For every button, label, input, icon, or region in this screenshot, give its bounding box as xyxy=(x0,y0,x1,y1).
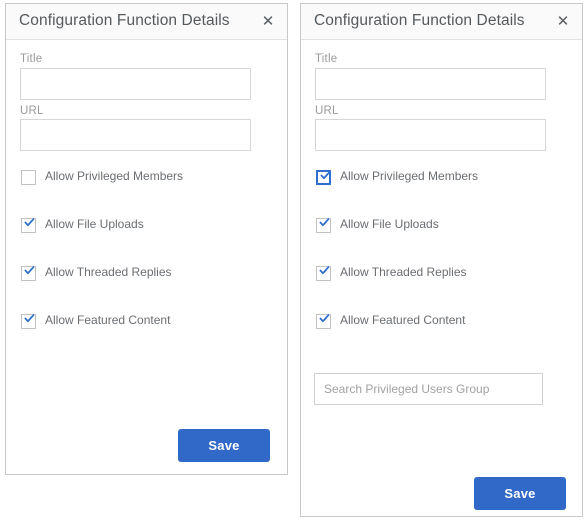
checkbox-allow-featured-content[interactable] xyxy=(316,314,331,329)
configuration-function-details-dialog-right: Configuration Function Details ✕ Title U… xyxy=(300,3,583,517)
checkbox-allow-file-uploads[interactable] xyxy=(21,218,36,233)
title-input[interactable] xyxy=(20,68,251,100)
dialog-header: Configuration Function Details ✕ xyxy=(301,4,582,40)
checkbox-allow-file-uploads[interactable] xyxy=(316,218,331,233)
close-icon[interactable]: ✕ xyxy=(552,10,574,32)
url-field-label: URL xyxy=(20,105,44,117)
checkbox-label: Allow Featured Content xyxy=(45,313,171,327)
configuration-function-details-dialog-left: Configuration Function Details ✕ Title U… xyxy=(5,3,288,475)
checkmark-icon xyxy=(24,266,35,275)
checkbox-allow-featured-content[interactable] xyxy=(21,314,36,329)
checkbox-allow-privileged-members[interactable] xyxy=(316,170,331,185)
close-icon[interactable]: ✕ xyxy=(257,10,279,32)
title-field-label: Title xyxy=(315,53,338,65)
checkbox-label: Allow File Uploads xyxy=(340,217,439,231)
title-input[interactable] xyxy=(315,68,546,100)
save-button[interactable]: Save xyxy=(178,429,270,462)
checkmark-icon xyxy=(24,314,35,323)
dialog-title: Configuration Function Details xyxy=(314,12,525,29)
url-input[interactable] xyxy=(315,119,546,151)
checkbox-label: Allow File Uploads xyxy=(45,217,144,231)
checkbox-label: Allow Privileged Members xyxy=(45,169,184,183)
checkmark-icon xyxy=(319,314,330,323)
checkmark-icon xyxy=(24,218,35,227)
checkbox-allow-threaded-replies[interactable] xyxy=(316,266,331,281)
dialog-body: Title URL Allow Privileged Members Allow… xyxy=(6,40,287,474)
checkbox-allow-privileged-members[interactable] xyxy=(21,170,36,185)
url-field-label: URL xyxy=(315,105,339,117)
checkbox-label: Allow Privileged Members xyxy=(340,169,479,183)
checkbox-label: Allow Threaded Replies xyxy=(340,265,467,279)
save-button[interactable]: Save xyxy=(474,477,566,510)
checkbox-label: Allow Threaded Replies xyxy=(45,265,172,279)
dialog-header: Configuration Function Details ✕ xyxy=(6,4,287,40)
checkmark-icon xyxy=(320,171,331,180)
search-privileged-users-group-input[interactable] xyxy=(314,373,543,405)
dialog-body: Title URL Allow Privileged Members Allow… xyxy=(301,40,582,516)
dialog-title: Configuration Function Details xyxy=(19,12,230,29)
title-field-label: Title xyxy=(20,53,43,65)
checkmark-icon xyxy=(319,218,330,227)
checkbox-allow-threaded-replies[interactable] xyxy=(21,266,36,281)
url-input[interactable] xyxy=(20,119,251,151)
checkbox-label: Allow Featured Content xyxy=(340,313,466,327)
checkmark-icon xyxy=(319,266,330,275)
